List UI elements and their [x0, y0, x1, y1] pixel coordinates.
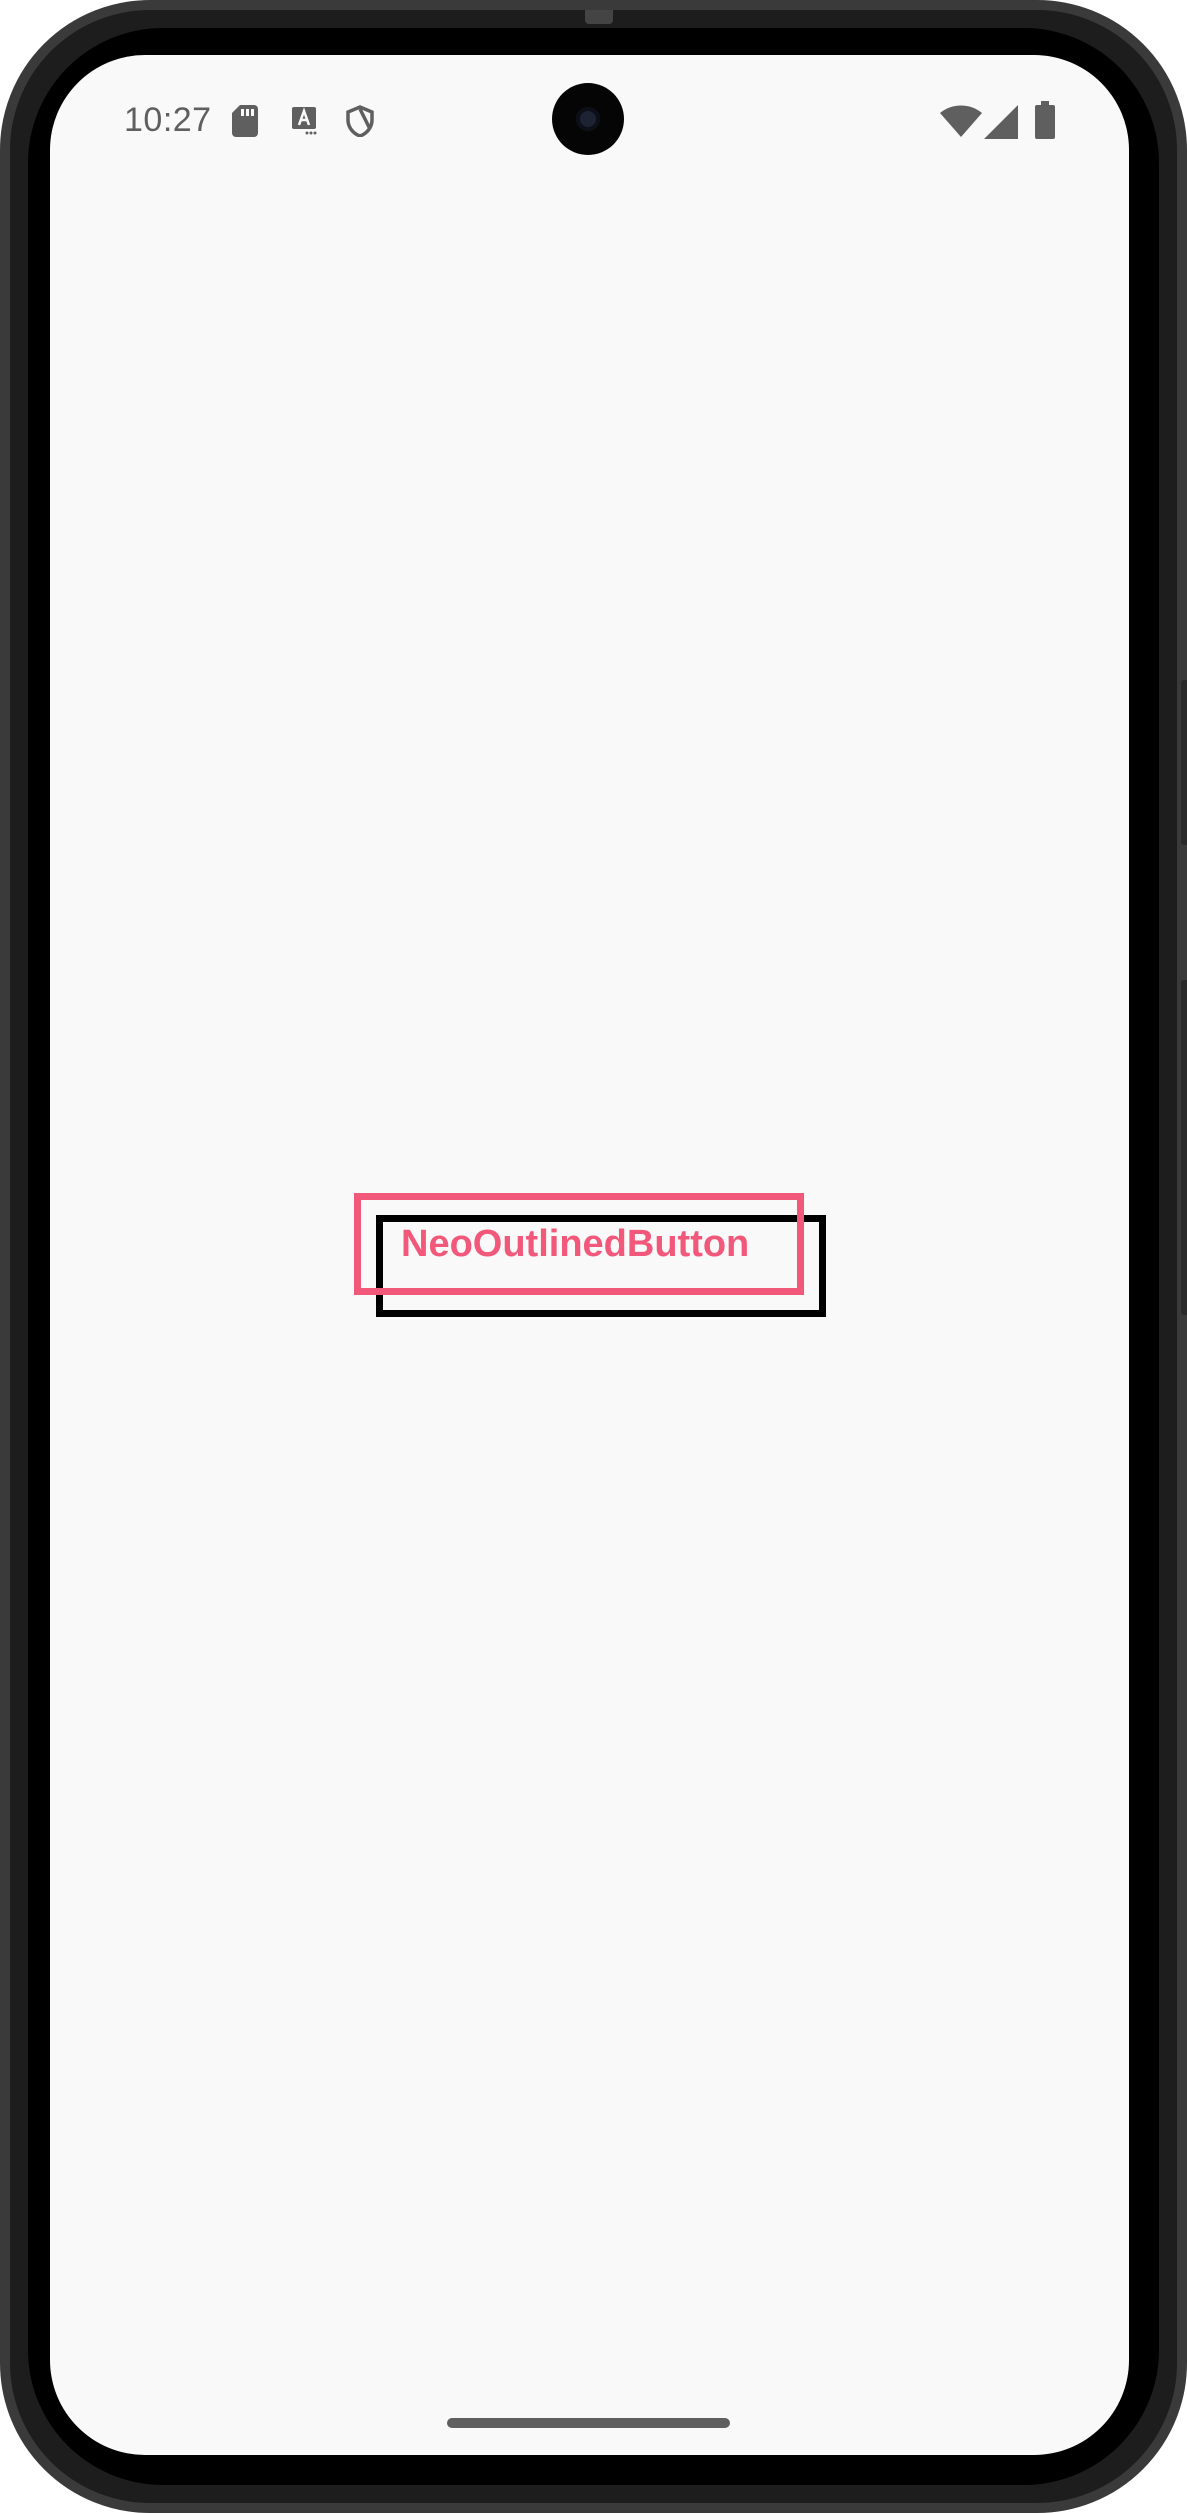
frame-top-accent: [585, 10, 613, 24]
power-button: [1181, 680, 1187, 845]
sd-card-icon: [232, 105, 258, 137]
screen: 10:27 NeoOutlinedButton: [50, 55, 1129, 2455]
home-indicator[interactable]: [447, 2418, 730, 2428]
status-bar: 10:27: [50, 55, 1129, 165]
volume-button: [1181, 980, 1187, 1315]
shield-icon: [346, 105, 374, 137]
cell-signal-icon: [984, 105, 1018, 139]
text-a-icon: [292, 107, 317, 135]
neo-outlined-button[interactable]: NeoOutlinedButton: [354, 1193, 804, 1295]
button-label: NeoOutlinedButton: [401, 1222, 750, 1265]
battery-icon: [1035, 101, 1055, 139]
front-camera: [552, 83, 624, 155]
status-time: 10:27: [124, 101, 212, 139]
wifi-icon: [940, 105, 982, 137]
